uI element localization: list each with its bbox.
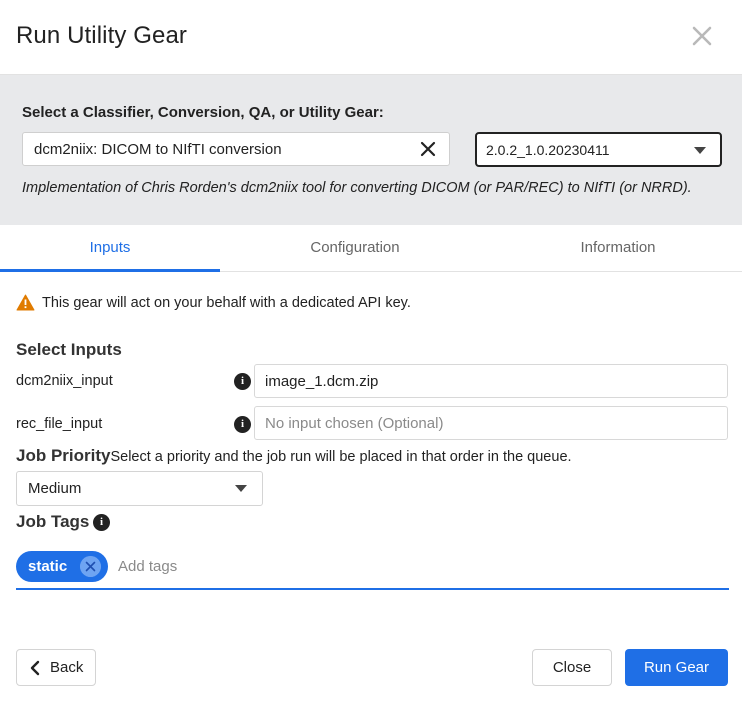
job-priority-header: Job PrioritySelect a priority and the jo… — [16, 446, 572, 466]
caret-down-icon — [694, 147, 706, 154]
run-gear-button[interactable]: Run Gear — [625, 649, 728, 686]
rec-file-input-field[interactable]: No input chosen (Optional) — [254, 406, 728, 440]
dcm2niix-input-field[interactable]: image_1.dcm.zip — [254, 364, 728, 398]
dialog-header: Run Utility Gear — [0, 0, 742, 75]
tags-field[interactable]: static Add tags — [16, 548, 729, 590]
chevron-left-icon — [30, 660, 40, 676]
tag-chip: static — [16, 551, 108, 582]
gear-version-value: 2.0.2_1.0.20230411 — [486, 142, 610, 158]
job-priority-title: Job Priority — [16, 446, 111, 465]
warning-triangle-icon — [16, 294, 35, 311]
rec-file-input-label: rec_file_input — [16, 416, 103, 432]
tab-bar: Inputs Configuration Information — [0, 225, 742, 272]
info-icon[interactable]: i — [234, 373, 251, 390]
tag-chip-label: static — [28, 558, 68, 575]
priority-select[interactable]: Medium — [16, 471, 263, 506]
close-button[interactable]: Close — [532, 649, 612, 686]
info-icon[interactable]: i — [234, 416, 251, 433]
warning-text: This gear will act on your behalf with a… — [42, 295, 411, 311]
back-button-label: Back — [50, 659, 84, 676]
tab-inputs[interactable]: Inputs — [0, 225, 220, 272]
gear-select-label: Select a Classifier, Conversion, QA, or … — [22, 104, 384, 121]
dcm2niix-input-label: dcm2niix_input — [16, 373, 113, 389]
tab-information[interactable]: Information — [508, 225, 728, 272]
tab-configuration[interactable]: Configuration — [245, 225, 465, 272]
gear-description: Implementation of Chris Rorden's dcm2nii… — [22, 180, 692, 196]
select-inputs-title: Select Inputs — [16, 340, 122, 359]
back-button[interactable]: Back — [16, 649, 96, 686]
rec-file-input-placeholder: No input chosen (Optional) — [265, 415, 444, 432]
info-icon[interactable]: i — [93, 514, 110, 531]
gear-select[interactable]: dcm2niix: DICOM to NIfTI conversion — [22, 132, 450, 166]
close-icon[interactable] — [688, 22, 716, 50]
clear-icon[interactable] — [419, 140, 437, 158]
job-tags-title: Job Tags — [16, 512, 90, 531]
dialog-title: Run Utility Gear — [16, 22, 187, 49]
gear-selection-panel: Select a Classifier, Conversion, QA, or … — [0, 75, 742, 225]
caret-down-icon — [235, 485, 247, 492]
gear-version-select[interactable]: 2.0.2_1.0.20230411 — [475, 132, 722, 167]
remove-tag-icon[interactable] — [80, 556, 101, 577]
add-tags-input[interactable]: Add tags — [118, 558, 177, 575]
priority-value: Medium — [28, 480, 82, 497]
dcm2niix-input-value: image_1.dcm.zip — [265, 373, 379, 390]
job-priority-description: Select a priority and the job run will b… — [110, 449, 572, 465]
gear-select-value: dcm2niix: DICOM to NIfTI conversion — [34, 141, 282, 158]
